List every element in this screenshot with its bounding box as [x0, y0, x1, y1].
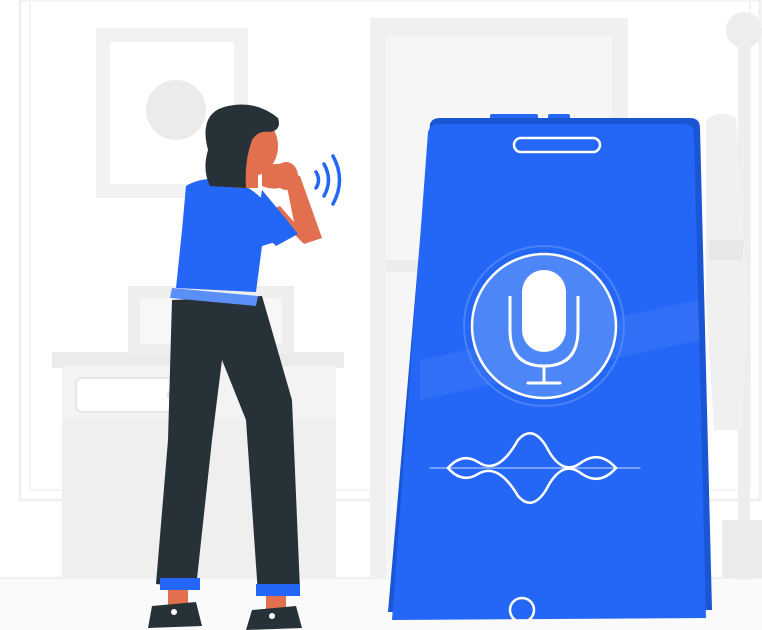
right-cuff [256, 584, 300, 596]
illustration-canvas [0, 0, 762, 630]
mic-capsule [522, 270, 566, 352]
picture-circle [146, 80, 206, 140]
microphone-icon [463, 245, 625, 407]
left-cuff [160, 578, 200, 590]
voice-assistant-illustration [0, 0, 762, 630]
left-shoe [148, 602, 202, 628]
